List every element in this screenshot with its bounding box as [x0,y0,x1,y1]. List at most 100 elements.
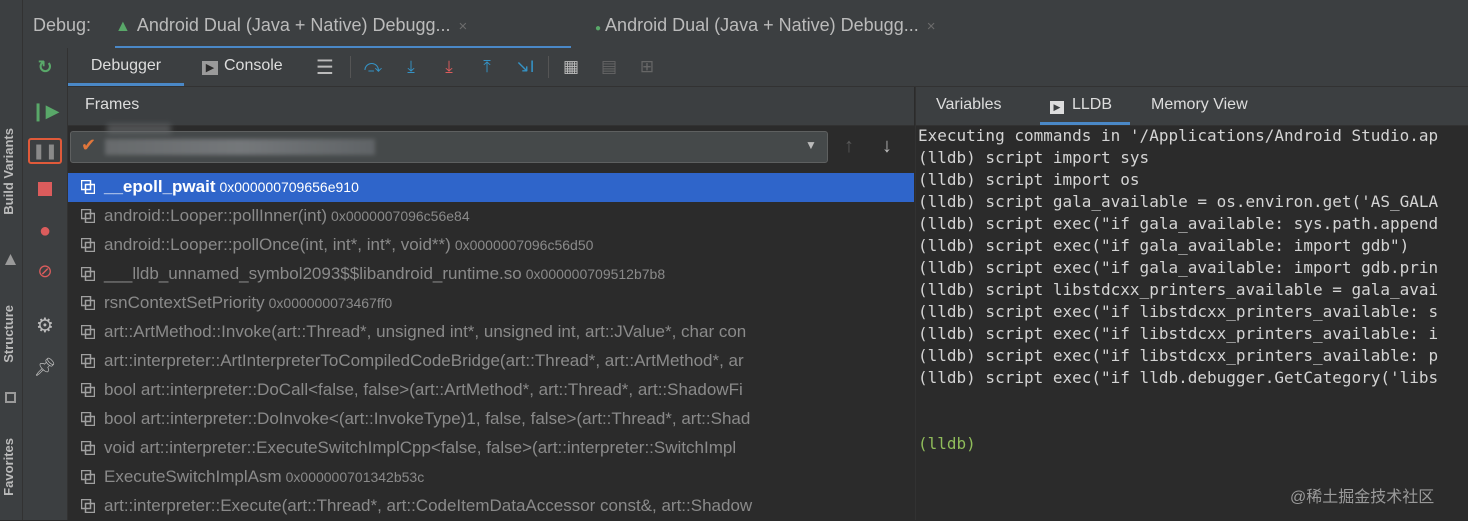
lldb-output-line: (lldb) script import sys [918,148,1150,167]
frame-row[interactable]: ___lldb_unnamed_symbol2093$$libandroid_r… [68,260,914,289]
frame-list: __epoll_pwait 0x000000709656e910 android::… [68,173,914,520]
console-label: Console [224,57,283,74]
frame-label: art::ArtMethod::Invoke(art::Thread*, uns… [104,322,746,342]
frame-row[interactable]: art::interpreter::ArtInterpreterToCompil… [68,347,914,376]
lldb-output-line: (lldb) script exec("if gala_available: i… [918,236,1410,255]
frame-function-name: rsnContextSetPriority [104,293,265,312]
build-variants-label: Build Variants [1,128,16,215]
frame-row[interactable]: __epoll_pwait 0x000000709656e910 [68,173,914,202]
lldb-output-line: (lldb) script libstdcxx_printers_availab… [918,280,1439,299]
frame-address: 0x000000073467ff0 [268,295,393,311]
lldb-output-line: (lldb) script exec("if libstdcxx_printer… [918,324,1439,343]
session-tab-label: Android Dual (Java + Native) Debugg... [136,15,451,35]
frame-row[interactable]: android::Looper::pollInner(int) 0x0000007… [68,202,914,231]
stop-icon [38,182,52,196]
stack-frame-icon [80,353,96,369]
frame-label: ExecuteSwitchImplAsm 0x000000701342b53c [104,467,424,487]
stack-frame-icon [80,469,96,485]
structure-icon [5,392,16,403]
run-to-cursor-button[interactable]: ↘I [512,54,538,80]
rerun-icon: ↻ [37,56,53,77]
thread-selector[interactable]: ✔ ▼ [70,124,828,163]
frame-label: rsnContextSetPriority 0x000000073467ff0 [104,293,392,313]
step-out-icon: ⤒ [483,57,491,76]
lldb-output-line: (lldb) script exec("if libstdcxx_printer… [918,346,1439,365]
step-out-button[interactable]: ⤒ [474,54,500,80]
step-into-button[interactable]: ⤓ [398,54,424,80]
chevron-down-icon: ▼ [805,138,817,152]
lldb-output-line: (lldb) script exec("if gala_available: s… [918,214,1439,233]
frame-label: bool art::interpreter::DoCall<false, fal… [104,380,743,400]
step-over-button[interactable]: ⤼ [360,54,386,80]
stack-frame-icon [80,179,96,195]
close-icon[interactable]: × [927,18,936,35]
frame-address: 0x000000701342b53c [285,469,425,485]
lldb-output-line: Executing commands in '/Applications/And… [918,126,1439,145]
pin-button[interactable]: 📌︎ [23,350,67,384]
stack-frame-icon [80,382,96,398]
layout-button[interactable]: ▤ [596,54,622,80]
pause-button[interactable]: ❚❚ [23,134,67,168]
debug-label: Debug: [33,15,92,35]
build-variants-icon [5,254,16,265]
lldb-output-line: (lldb) script exec("if gala_available: i… [918,258,1439,277]
favorites-tab[interactable]: Favorites [1,438,16,496]
evaluate-button[interactable]: ▦ [558,54,584,80]
force-step-into-button[interactable]: ⤓ [436,54,462,80]
frame-row[interactable]: rsnContextSetPriority 0x000000073467ff0 [68,289,914,318]
menu-button[interactable]: ☰ [312,54,338,80]
favorites-label: Favorites [1,438,16,496]
frame-function-name: art::ArtMethod::Invoke(art::Thread*, uns… [104,322,747,341]
stack-frame-icon [80,208,96,224]
gear-icon: ⚙ [36,314,54,337]
breakpoints-icon: ● [38,219,52,242]
structure-tab[interactable]: Structure [1,305,16,363]
lldb-console-output[interactable]: Executing commands in '/Applications/And… [918,125,1468,520]
frame-function-name: android::Looper::pollOnce(int, int*, int… [104,235,451,254]
frame-row[interactable]: void art::interpreter::ExecuteSwitchImpl… [68,434,914,463]
previous-frame-button[interactable]: ↑ [844,135,854,158]
session-tab-2[interactable]: ● Android Dual (Java + Native) Debugg... × [595,0,1035,46]
frame-row[interactable]: art::interpreter::Execute(art::Thread*, … [68,492,914,521]
lldb-spacer [918,389,1468,433]
mute-breakpoints-button[interactable]: ⊘ [23,254,67,288]
stack-frame-icon [80,266,96,282]
frames-header: Frames [68,87,914,126]
frame-function-name: bool art::interpreter::DoCall<false, fal… [104,380,743,399]
check-icon: ✔ [81,135,97,155]
tab-console[interactable]: ▶ Console [202,48,283,83]
close-icon[interactable]: × [459,18,468,35]
frame-label: art::interpreter::Execute(art::Thread*, … [104,496,752,516]
frame-row[interactable]: ExecuteSwitchImplAsm 0x000000701342b53c [68,463,914,492]
frame-address: 0x0000007096c56d50 [454,237,594,253]
settings-button[interactable]: ⚙ [23,308,67,342]
stack-frame-icon [80,324,96,340]
frame-row[interactable]: art::ArtMethod::Invoke(art::Thread*, uns… [68,318,914,347]
menu-icon: ☰ [316,56,334,79]
frame-row[interactable]: bool art::interpreter::DoCall<false, fal… [68,376,914,405]
frame-function-name: void art::interpreter::ExecuteSwitchImpl… [104,438,737,457]
tab-debugger[interactable]: Debugger [68,48,184,86]
tab-memory-view[interactable]: Memory View [1151,87,1248,122]
stop-button[interactable] [23,172,67,206]
evaluate-icon: ▦ [562,57,580,76]
lldb-prompt[interactable]: (lldb) [918,433,1468,455]
grid2-icon: ⊞ [639,57,655,76]
view-breakpoints-button[interactable]: ● [23,214,67,248]
restore-layout-button[interactable]: ⊞ [634,54,660,80]
frame-label: android::Looper::pollOnce(int, int*, int… [104,235,593,255]
android-icon: ▲ [115,18,131,35]
stack-frame-icon [80,295,96,311]
resume-button[interactable]: ❙▶ [23,94,67,128]
build-variants-tab[interactable]: Build Variants [1,128,16,215]
stack-frame-icon [80,237,96,253]
next-frame-button[interactable]: ↓ [882,135,892,158]
structure-label: Structure [1,305,16,363]
tab-lldb[interactable]: ▶ LLDB [1040,87,1130,125]
frame-row[interactable]: bool art::interpreter::DoInvoke<(art::In… [68,405,914,434]
session-tab-1[interactable]: ▲ Android Dual (Java + Native) Debugg... × [115,0,571,49]
frame-row[interactable]: android::Looper::pollOnce(int, int*, int… [68,231,914,260]
lldb-output-line: (lldb) script exec("if libstdcxx_printer… [918,302,1439,321]
rerun-button[interactable]: ↻ [23,50,67,84]
tab-variables[interactable]: Variables [936,87,1002,122]
